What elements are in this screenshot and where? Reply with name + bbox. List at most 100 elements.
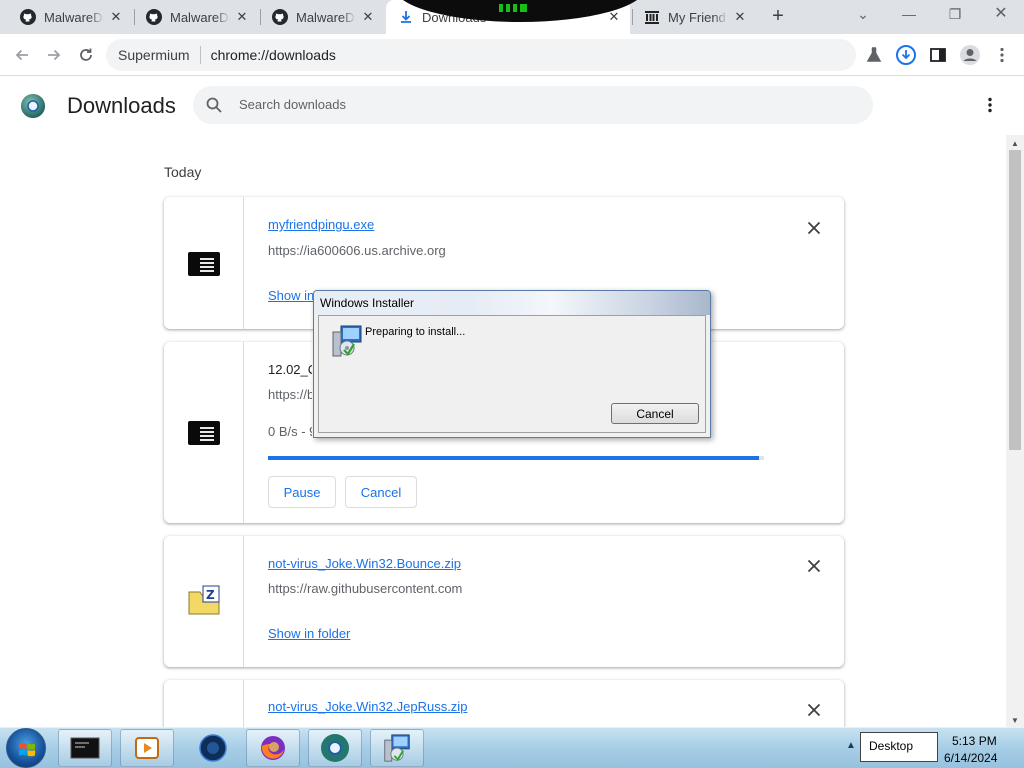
taskbar-app-firefox[interactable] <box>246 729 300 767</box>
file-icon-column <box>164 197 244 329</box>
taskbar-app-cmd[interactable] <box>58 729 112 767</box>
start-button[interactable] <box>6 728 46 768</box>
file-name-link[interactable]: not-virus_Joke.Win32.JepRuss.zip <box>268 699 467 714</box>
progress-fill <box>268 456 760 460</box>
url-text[interactable]: chrome://downloads <box>201 47 336 63</box>
dialog-titlebar[interactable]: Windows Installer <box>314 291 710 315</box>
downloads-more-actions-button[interactable] <box>977 92 1003 118</box>
downloads-bubble-button[interactable] <box>892 41 920 69</box>
tab-title: MalwareDatabase <box>170 9 230 25</box>
media-center-icon <box>199 734 227 762</box>
remove-from-list-button[interactable] <box>804 700 824 720</box>
search-placeholder: Search downloads <box>239 97 346 112</box>
labs-button[interactable] <box>860 41 888 69</box>
file-icon-column: Z <box>164 536 244 667</box>
tab-strip: MalwareDatabase ✕ MalwareDatabase ✕ Malw… <box>0 0 1024 34</box>
tab-malwaredatabase-2[interactable]: MalwareDatabase ✕ <box>134 0 258 34</box>
console-app-icon <box>188 421 220 445</box>
page-title: Downloads <box>67 93 176 118</box>
tab-title: MalwareDatabase <box>296 9 356 25</box>
close-tab-icon[interactable]: ✕ <box>732 9 748 25</box>
system-tray: ▲ Desktop 5:13 PM 6/14/2024 <box>840 728 1024 768</box>
file-name: 12.02_Compatibility_Pack <box>268 362 312 377</box>
file-icon-column <box>164 342 244 523</box>
download-progress-bar <box>268 456 764 460</box>
tab-search-chevron-icon[interactable]: ⌄ <box>840 0 886 30</box>
svg-text:Z: Z <box>206 588 215 602</box>
close-tab-icon[interactable]: ✕ <box>234 9 250 25</box>
remove-from-list-button[interactable] <box>804 218 824 238</box>
side-panel-button[interactable] <box>924 41 952 69</box>
tab-my-friend-pingu[interactable]: My Friend Pingu ✕ <box>632 0 756 34</box>
remove-from-list-button[interactable] <box>804 556 824 576</box>
taskbar-app-windows-installer[interactable] <box>370 729 424 767</box>
date-section-header: Today <box>164 164 202 180</box>
flask-icon <box>866 47 882 62</box>
arrow-right-icon <box>48 49 61 61</box>
clock-time[interactable]: 5:13 PM <box>952 734 997 748</box>
windows-installer-dialog: Windows Installer Preparing to install..… <box>313 290 711 438</box>
close-icon <box>807 221 821 235</box>
github-icon <box>20 9 36 25</box>
scrollbar-thumb[interactable] <box>1009 150 1021 450</box>
new-tab-button[interactable]: + <box>766 5 790 29</box>
close-window-button[interactable]: ✕ <box>978 0 1024 30</box>
tab-title: My Friend Pingu <box>668 9 728 25</box>
restore-button[interactable]: ❐ <box>932 0 978 30</box>
close-icon <box>807 703 821 717</box>
archive-org-icon <box>645 11 659 24</box>
minimize-button[interactable]: — <box>886 0 932 30</box>
zip-folder-icon: Z <box>188 585 220 615</box>
console-app-icon <box>188 252 220 276</box>
pause-button[interactable]: Pause <box>268 476 336 508</box>
cancel-download-button[interactable]: Cancel <box>345 476 417 508</box>
close-tab-icon[interactable]: ✕ <box>360 9 376 25</box>
close-icon <box>807 559 821 573</box>
file-source-url[interactable]: https://ia600606.us.archive.org <box>268 243 446 258</box>
console-window-icon <box>70 737 100 759</box>
page-scrollbar[interactable]: ▲ ▼ <box>1006 135 1024 727</box>
search-downloads-input[interactable]: Search downloads <box>193 86 873 124</box>
browser-menu-button[interactable] <box>988 41 1016 69</box>
kebab-menu-icon <box>1000 47 1004 63</box>
installer-cancel-button[interactable]: Cancel <box>611 403 699 424</box>
supermium-logo-icon <box>21 94 45 118</box>
close-tab-icon[interactable]: ✕ <box>108 9 124 25</box>
taskbar-app-supermium[interactable] <box>308 729 362 767</box>
show-hidden-icons-arrow-icon[interactable]: ▲ <box>846 740 856 751</box>
download-progress-icon <box>896 45 916 65</box>
tab-malwaredatabase-1[interactable]: MalwareDatabase ✕ <box>8 0 132 34</box>
show-in-folder-link[interactable]: Show in folder <box>268 626 350 641</box>
reload-button[interactable] <box>72 41 100 69</box>
installer-icon <box>384 734 410 762</box>
file-source-url[interactable]: https://raw.githubusercontent.com <box>268 581 462 596</box>
arrow-left-icon <box>15 49 28 61</box>
windows-logo-icon <box>19 742 35 757</box>
firefox-icon <box>261 736 285 760</box>
back-button[interactable] <box>8 41 36 69</box>
download-status: 0 B/s - 9 <box>268 424 312 439</box>
forward-button[interactable] <box>40 41 68 69</box>
download-icon <box>401 11 411 23</box>
file-name-link[interactable]: myfriendpingu.exe <box>268 217 374 232</box>
scroll-up-arrow-icon[interactable]: ▲ <box>1011 139 1019 148</box>
dialog-body: Preparing to install... Cancel <box>318 315 706 433</box>
origin-chip[interactable]: Supermium <box>118 46 201 64</box>
taskbar-app-media-center[interactable] <box>186 729 240 767</box>
scroll-down-arrow-icon[interactable]: ▼ <box>1011 716 1019 725</box>
file-name-link[interactable]: not-virus_Joke.Win32.Bounce.zip <box>268 556 461 571</box>
reload-icon <box>80 48 92 61</box>
installer-icon <box>332 325 362 357</box>
profile-button[interactable] <box>956 41 984 69</box>
clock-date[interactable]: 6/14/2024 <box>944 751 997 765</box>
github-icon <box>272 9 288 25</box>
github-icon <box>146 9 162 25</box>
taskbar-app-media-player[interactable] <box>120 729 174 767</box>
tab-malwaredatabase-3[interactable]: MalwareDatabase ✕ <box>260 0 384 34</box>
desktop-toolbar-button[interactable]: Desktop <box>860 732 938 762</box>
address-bar[interactable]: Supermium chrome://downloads <box>106 39 856 71</box>
side-panel-icon <box>930 48 946 62</box>
search-icon <box>206 97 222 113</box>
dialog-title: Windows Installer <box>320 296 415 310</box>
file-source-url[interactable]: https://b <box>268 387 312 402</box>
